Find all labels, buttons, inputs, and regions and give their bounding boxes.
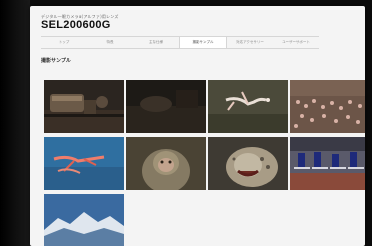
snow-mountain-photo-icon: [44, 194, 124, 246]
tab-specs[interactable]: 主な仕様: [133, 37, 179, 48]
sample-photo-flamingo-flying[interactable]: [208, 80, 288, 133]
snow-leopard-photo-icon: [208, 137, 288, 190]
sample-photo-flamingo-blue-sky[interactable]: [44, 137, 124, 190]
train-photo-icon: [44, 80, 124, 133]
hurdles-race-photo-icon: [290, 137, 365, 190]
sample-photo-train[interactable]: [44, 80, 124, 133]
sample-photo-flamingo-flock[interactable]: [290, 80, 365, 133]
section-title: 撮影サンプル: [41, 58, 71, 64]
tab-features[interactable]: 特長: [87, 37, 133, 48]
tab-support[interactable]: ユーザーサポート: [273, 37, 319, 48]
dark-photo-icon: [126, 80, 206, 133]
monkey-photo-icon: [126, 137, 206, 190]
tab-top[interactable]: トップ: [41, 37, 87, 48]
flamingo-blue-sky-photo-icon: [44, 137, 124, 190]
sample-photo-snow-leopard[interactable]: [208, 137, 288, 190]
sample-photo-hurdles-race[interactable]: [290, 137, 365, 190]
tab-accessories[interactable]: 対応アクセサリー: [227, 37, 273, 48]
dark-background: [0, 0, 30, 246]
web-page: デジタル一眼カメラα(アルファ)用レンズ SEL200600G トップ 特長 主…: [30, 6, 365, 246]
flamingo-flying-photo-icon: [208, 80, 288, 133]
product-nav: トップ 特長 主な仕様 撮影サンプル 対応アクセサリー ユーザーサポート: [41, 36, 319, 49]
sample-photo-dark[interactable]: [126, 80, 206, 133]
sample-photo-monkey[interactable]: [126, 137, 206, 190]
flamingo-flock-photo-icon: [290, 80, 365, 133]
tab-samples[interactable]: 撮影サンプル: [179, 37, 227, 48]
sample-photo-snow-mountain[interactable]: [44, 194, 124, 246]
product-title: SEL200600G: [41, 19, 111, 31]
